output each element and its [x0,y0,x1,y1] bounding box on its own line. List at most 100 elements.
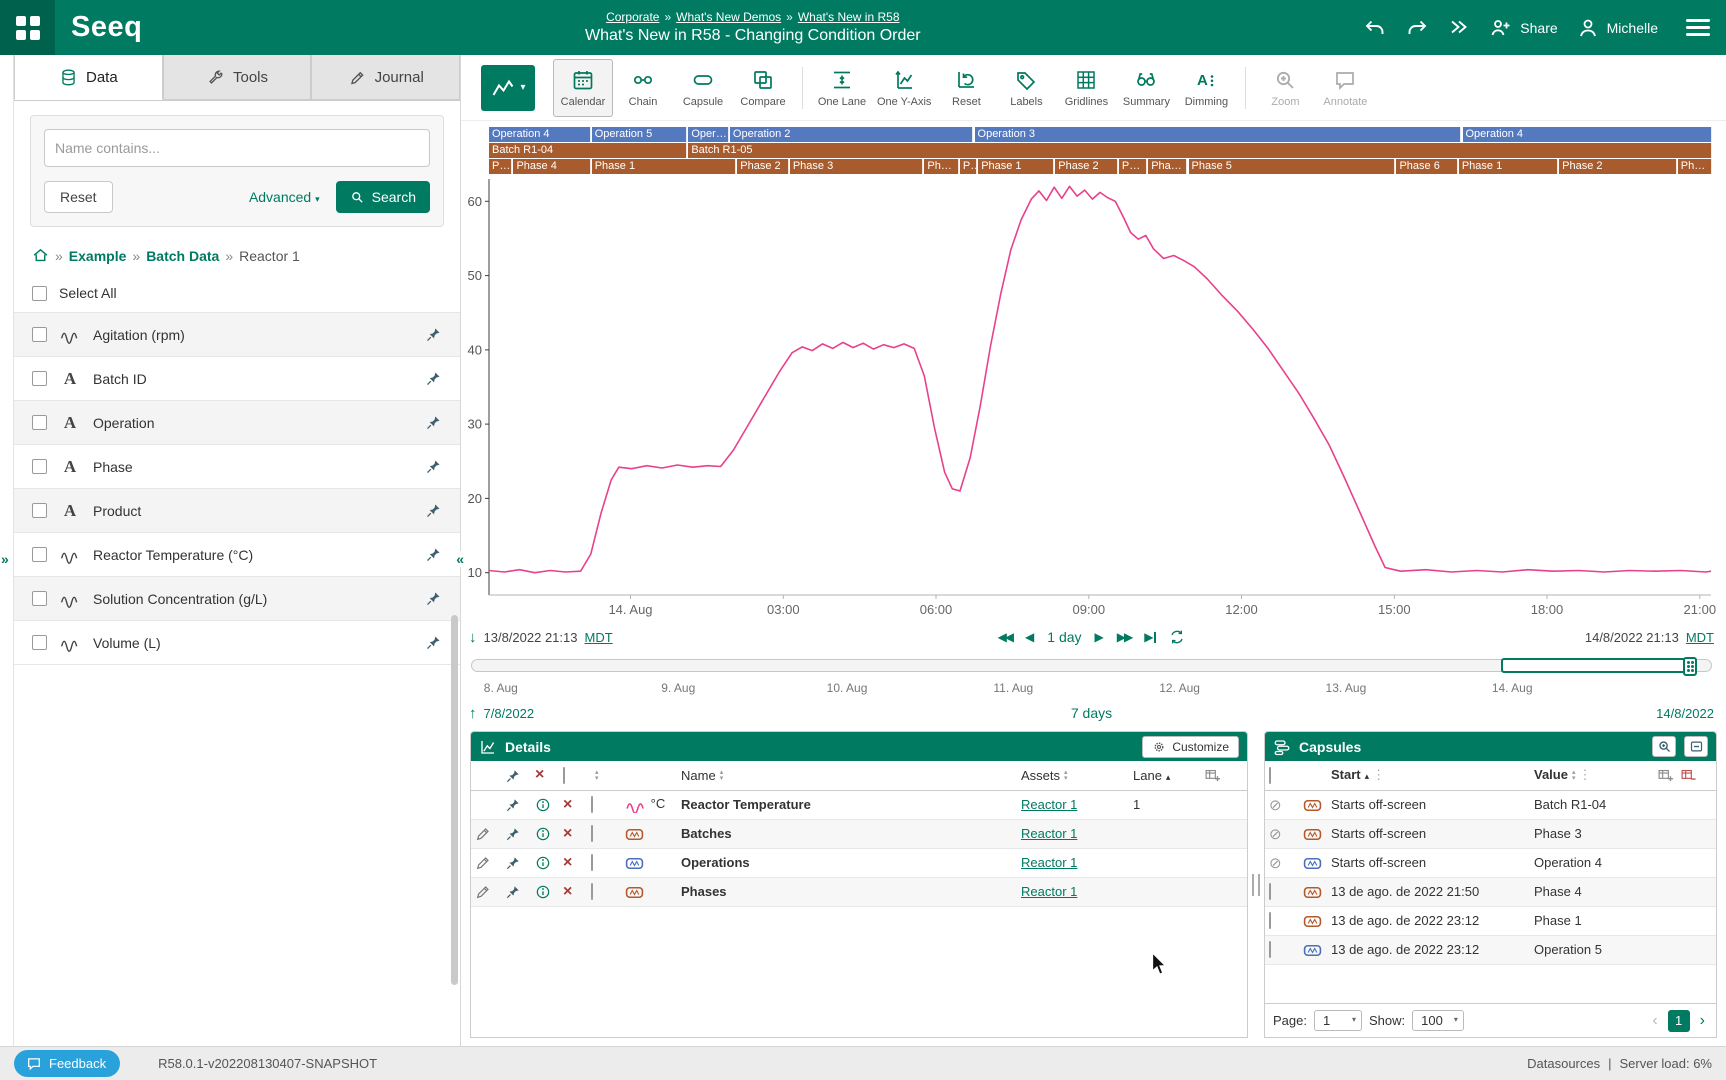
add-column-icon[interactable] [1656,767,1675,784]
toolbar-one-lane-button[interactable]: One Lane [812,59,872,117]
collapse-sidebar-handle[interactable]: « [456,551,464,567]
row-checkbox[interactable] [1269,941,1271,958]
hamburger-menu-icon[interactable] [1686,19,1710,36]
step-back-fast-icon[interactable]: ◀◀ [998,630,1012,644]
step-forward-icon[interactable]: ▶ [1095,630,1104,644]
capsule-band-segment[interactable]: Batch R1-04 [489,143,687,158]
capsule-band-segment[interactable]: Operation 2 [730,127,973,142]
item-checkbox[interactable] [32,459,47,474]
details-select-all-checkbox[interactable] [563,767,565,784]
previous-page-icon[interactable]: ‹ [1649,1012,1660,1030]
capsule-row[interactable]: ⊘ Starts off-screen Batch R1-04 [1265,790,1716,819]
step-to-end-icon[interactable]: ▶ [1144,630,1156,644]
advanced-dropdown[interactable]: Advanced ▾ [249,189,320,205]
sort-icon[interactable]: ▴▾ [1572,770,1576,782]
page-select[interactable]: 1▾ [1314,1010,1362,1031]
capsule-band-segment[interactable]: Phase 3 [1678,159,1712,174]
sidebar-scrollbar[interactable] [451,615,458,985]
toolbar-gridlines-button[interactable]: Gridlines [1056,59,1116,117]
pin-icon[interactable] [425,546,442,563]
capsules-zoom-button[interactable] [1652,736,1676,757]
auto-update-icon[interactable] [1169,629,1185,645]
item-checkbox[interactable] [32,415,47,430]
toolbar-dimming-button[interactable]: A Dimming [1176,59,1236,117]
capsule-band-segment[interactable]: Phase 3 [790,159,923,174]
current-page-button[interactable]: 1 [1668,1010,1690,1032]
details-row-reactor-temperature[interactable]: × °C Reactor Temperature Reactor 1 1 [471,790,1247,819]
investigate-end-value[interactable]: 14/8/2022 [1656,706,1714,721]
capsule-band-segment[interactable]: Phase 5 [1189,159,1396,174]
toolbar-calendar-button[interactable]: Calendar [553,59,613,117]
item-checkbox[interactable] [32,591,47,606]
capsule-row[interactable]: ⊘ Starts off-screen Phase 3 [1265,819,1716,848]
details-row-operations[interactable]: × Operations Reactor 1 [471,848,1247,877]
expand-panel-handle[interactable]: » [1,551,9,567]
list-item-operation[interactable]: A Operation [14,401,460,445]
details-row-phases[interactable]: × Phases Reactor 1 [471,877,1247,906]
search-button[interactable]: Search [336,181,430,213]
crumb-batch-data[interactable]: Batch Data [146,248,219,264]
list-item-phase[interactable]: A Phase [14,445,460,489]
column-menu-icon[interactable]: ⋮ [1372,767,1385,782]
feedback-button[interactable]: Feedback [14,1050,120,1077]
sorted-asc-icon[interactable]: ▴ [1166,772,1171,782]
sort-icon[interactable]: ▴▾ [1064,770,1068,782]
trend-view-selector-button[interactable]: ▾ [481,65,535,111]
details-row-batches[interactable]: × Batches Reactor 1 [471,819,1247,848]
step-forward-fast-icon[interactable]: ▶▶ [1117,630,1131,644]
pin-icon[interactable] [425,458,442,475]
tab-journal[interactable]: Journal [311,55,460,100]
item-checkbox[interactable] [32,635,47,650]
row-checkbox[interactable] [591,854,593,871]
toolbar-chain-button[interactable]: Chain [613,59,673,117]
sort-icon[interactable]: ▴▾ [720,770,724,782]
apps-menu-button[interactable] [0,0,55,55]
toolbar-one-y-axis-button[interactable]: One Y-Axis [872,59,936,117]
list-item-solution-concentration[interactable]: Solution Concentration (g/L) [14,577,460,621]
slider-grip-handle[interactable] [1683,657,1697,676]
info-icon[interactable] [535,855,551,871]
pin-icon[interactable] [425,502,442,519]
capsule-row[interactable]: ⊘ Starts off-screen Operation 4 [1265,848,1716,877]
toolbar-summary-button[interactable]: Summary [1116,59,1176,117]
investigate-start-arrow-icon[interactable]: ↑ [469,705,477,722]
remove-icon[interactable]: × [563,854,572,871]
pin-icon[interactable] [425,634,442,651]
pin-icon[interactable] [425,414,442,431]
trend-plot[interactable]: 10203040506014. Aug03:0006:0009:0012:001… [461,175,1719,621]
toolbar-capsule-button[interactable]: Capsule [673,59,733,117]
tab-data[interactable]: Data [14,55,163,100]
info-icon[interactable] [535,797,551,813]
timezone-link[interactable]: MDT [584,630,612,645]
capsule-band-segment[interactable]: Phase 1 [1459,159,1558,174]
step-size-label[interactable]: 1 day [1047,629,1081,645]
remove-icon[interactable]: × [563,883,572,900]
breadcrumb-link-corporate[interactable]: Corporate [606,10,659,24]
row-checkbox[interactable] [591,825,593,842]
remove-icon[interactable]: × [563,796,572,813]
customize-button[interactable]: Customize [1142,736,1239,758]
row-checkbox[interactable] [1269,883,1271,900]
datasources-link[interactable]: Datasources [1527,1056,1600,1071]
list-item-product[interactable]: A Product [14,489,460,533]
capsules-select-all-checkbox[interactable] [1269,767,1271,784]
edit-icon[interactable] [475,855,491,871]
capsule-band-segment[interactable]: Phase 2 [1055,159,1117,174]
sort-icon[interactable]: ▴▾ [595,770,599,782]
pin-column-icon[interactable] [505,768,521,784]
undo-icon[interactable] [1363,16,1387,40]
asset-link[interactable]: Reactor 1 [1021,797,1077,812]
pin-icon[interactable] [505,884,521,900]
capsule-band-segment[interactable]: Phase 4 [1148,159,1187,174]
capsule-band-segment[interactable]: Phase 1 [592,159,736,174]
capsule-row[interactable]: 13 de ago. de 2022 23:12 Phase 1 [1265,906,1716,935]
capsule-band-segment[interactable]: Phase 3 [1119,159,1147,174]
capsule-band-segment[interactable]: Operation 5 [592,127,687,142]
next-page-icon[interactable]: › [1697,1012,1708,1030]
toolbar-compare-button[interactable]: Compare [733,59,793,117]
item-checkbox[interactable] [32,503,47,518]
remove-icon[interactable]: × [563,825,572,842]
info-icon[interactable] [535,884,551,900]
list-item-volume[interactable]: Volume (L) [14,621,460,665]
slider-selection[interactable] [1501,658,1697,673]
